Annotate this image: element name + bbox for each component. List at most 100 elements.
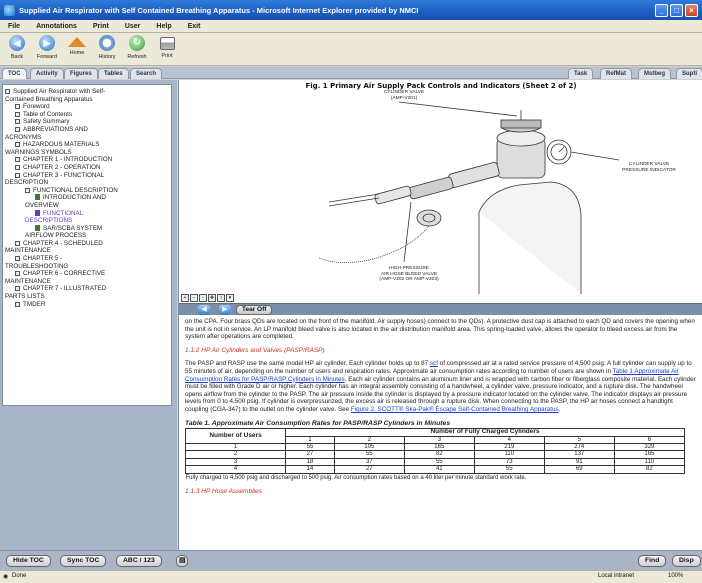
toc-item-tmder[interactable]: TMDER [5,301,169,309]
print-button[interactable]: Print [152,33,182,65]
zoom-level[interactable]: 100% [668,573,683,579]
disp-button[interactable]: Disp [672,555,701,567]
tab-task[interactable]: Task [568,68,594,79]
toc-item-chapter-2[interactable]: CHAPTER 2 - OPERATION [5,164,169,172]
toc-item-chapter-6[interactable]: CHAPTER 6 - CORRECTIVE [5,270,169,278]
toc-item-functional-descriptions-selected[interactable]: FUNCTIONAL [5,209,169,218]
expand-icon[interactable] [15,271,20,277]
toc-item-continued[interactable]: OVERVIEW [5,202,169,210]
toc-item-safety-summary[interactable]: Safety Summary [5,118,169,126]
next-page-button[interactable]: ▶ [219,305,231,315]
tab-activity[interactable]: Activity [30,68,64,79]
tab-strip: TOC Activity Figures Tables Search Task … [0,67,702,79]
expand-icon[interactable] [15,157,20,163]
title-bar: Supplied Air Respirator with Self Contai… [0,0,702,20]
expand-icon[interactable] [15,164,20,170]
toc-item-chapter-1[interactable]: CHAPTER 1 - INTRODUCTION [5,156,169,164]
home-button[interactable]: Home [62,33,92,65]
cyl-head: 1 [285,435,335,444]
toc-item-abbreviations[interactable]: ABBREVIATIONS AND [5,126,169,134]
menu-file[interactable]: File [8,23,20,30]
figure-2-link[interactable]: Figure 2. SCOTT® Ska-Pak® Escape Self-Co… [351,406,559,413]
forward-button[interactable]: ▶ Forward [32,33,62,65]
tear-off-button[interactable]: Tear Off [236,305,273,315]
toc-item-introduction-overview[interactable]: INTRODUCTION AND [5,194,169,202]
toc-item-continued[interactable]: PARTS LISTS [5,293,169,301]
tab-figures[interactable]: Figures [64,68,98,79]
tab-supti[interactable]: Supti [676,68,702,79]
label-cylinder-valve: CYLINDER VALVE (AMP-V201) [383,90,425,101]
menu-exit[interactable]: Exit [188,23,201,30]
content-text: on the CPA. Four brass QDs are located o… [185,318,697,550]
sync-toc-button[interactable]: Sync TOC [60,555,107,567]
table-title: Table 1. Approximate Air Consumption Rat… [185,419,451,427]
menu-annotations[interactable]: Annotations [36,23,77,30]
back-button[interactable]: ◀ Back [2,33,32,65]
pan-icon[interactable]: ✥ [208,294,216,302]
toc-item-continued[interactable]: WARNINGS SYMBOLS [5,149,169,157]
refresh-button[interactable]: ↻ Refresh [122,33,152,65]
collapse-icon[interactable] [5,89,10,94]
toc-item-table-of-contents[interactable]: Table of Contents [5,111,169,119]
expand-icon[interactable] [15,126,20,132]
tab-refmat[interactable]: RefMat [600,68,633,79]
label-pressure-indicator: CYLINDER VALVE PRESSURE INDICATOR [622,162,676,173]
air-consumption-table: Number of Users Number of Fully Charged … [185,428,686,481]
menu-user[interactable]: User [125,23,141,30]
toc-item[interactable]: Supplied Air Respirator with Self- [5,88,169,96]
bookmark-icon[interactable]: ▤ [176,555,189,567]
toc-item-functional-description[interactable]: FUNCTIONAL DESCRIPTION [5,187,169,195]
toc-item-continued[interactable]: MAINTENANCE [5,247,169,255]
toc-item-chapter-3[interactable]: CHAPTER 3 - FUNCTIONAL [5,172,169,180]
info-icon[interactable]: i [217,294,225,302]
toc-item-chapter-7[interactable]: CHAPTER 7 - ILLUSTRATED [5,285,169,293]
toolbar: ◀ Back ▶ Forward Home History ↻ Refresh Pri… [0,33,702,66]
toc-item-sar-scba-airflow[interactable]: SAR/SCBA SYSTEM [5,224,169,233]
tab-search[interactable]: Search [130,68,163,79]
maximize-button[interactable]: □ [670,3,683,17]
expand-icon[interactable] [15,142,20,148]
dropdown-icon[interactable]: ▾ [226,294,234,302]
find-button[interactable]: Find [638,555,667,567]
collapse-icon[interactable] [15,172,20,178]
toc-item-continued[interactable]: AIRFLOW PROCESS [5,232,169,240]
minimize-button[interactable]: _ [655,3,668,17]
zoom-in-icon[interactable]: + [181,294,189,302]
abc-123-button[interactable]: ABC / 123 [116,555,162,567]
content-nav-bar: ◀ ▶ Tear Off [179,303,702,315]
tab-mstbeg[interactable]: Mstbeg [638,68,671,79]
history-button[interactable]: History [92,33,122,65]
menu-help[interactable]: Help [156,23,171,30]
scf-link[interactable]: scf [430,360,438,367]
zoom-fit-icon[interactable]: ▫ [199,294,207,302]
table-note: Fully charged to 4,500 psig and discharg… [185,474,527,481]
expand-icon[interactable] [15,104,20,110]
expand-icon[interactable] [15,256,20,262]
toc-item-chapter-4[interactable]: CHAPTER 4 - SCHEDULED [5,240,169,248]
expand-icon[interactable] [15,111,20,117]
expand-icon[interactable] [15,240,20,246]
toc-item-continued[interactable]: MAINTENANCE [5,278,169,286]
toc-item-continued[interactable]: TROUBLESHOOTING [5,263,169,271]
expand-icon[interactable] [15,119,20,125]
tab-toc[interactable]: TOC [2,68,27,79]
forward-arrow-icon: ▶ [39,35,55,51]
history-icon [99,35,115,51]
hide-toc-button[interactable]: Hide TOC [6,555,51,567]
expand-icon[interactable] [15,286,20,292]
zoom-out-icon[interactable]: − [190,294,198,302]
cylinder-valve-drawing [318,101,620,294]
toc-item-hazardous-materials[interactable]: HAZARDOUS MATERIALS [5,141,169,149]
expand-icon[interactable] [15,301,20,307]
toc-item-continued[interactable]: ACRONYMS [5,134,169,142]
toc-item-continued[interactable]: DESCRIPTION [5,179,169,187]
toc-item-foreword[interactable]: Foreword [5,103,169,111]
toc-item-chapter-5[interactable]: CHAPTER 5 - [5,255,169,263]
toc-item-continued[interactable]: DESCRIPTIONS [5,217,169,225]
close-button[interactable]: × [685,3,698,17]
prev-page-button[interactable]: ◀ [198,305,210,315]
toc-item[interactable]: Contained Breathing Apparatus [5,96,169,104]
menu-print[interactable]: Print [93,23,109,30]
collapse-icon[interactable] [25,187,30,193]
tab-tables[interactable]: Tables [98,68,129,79]
